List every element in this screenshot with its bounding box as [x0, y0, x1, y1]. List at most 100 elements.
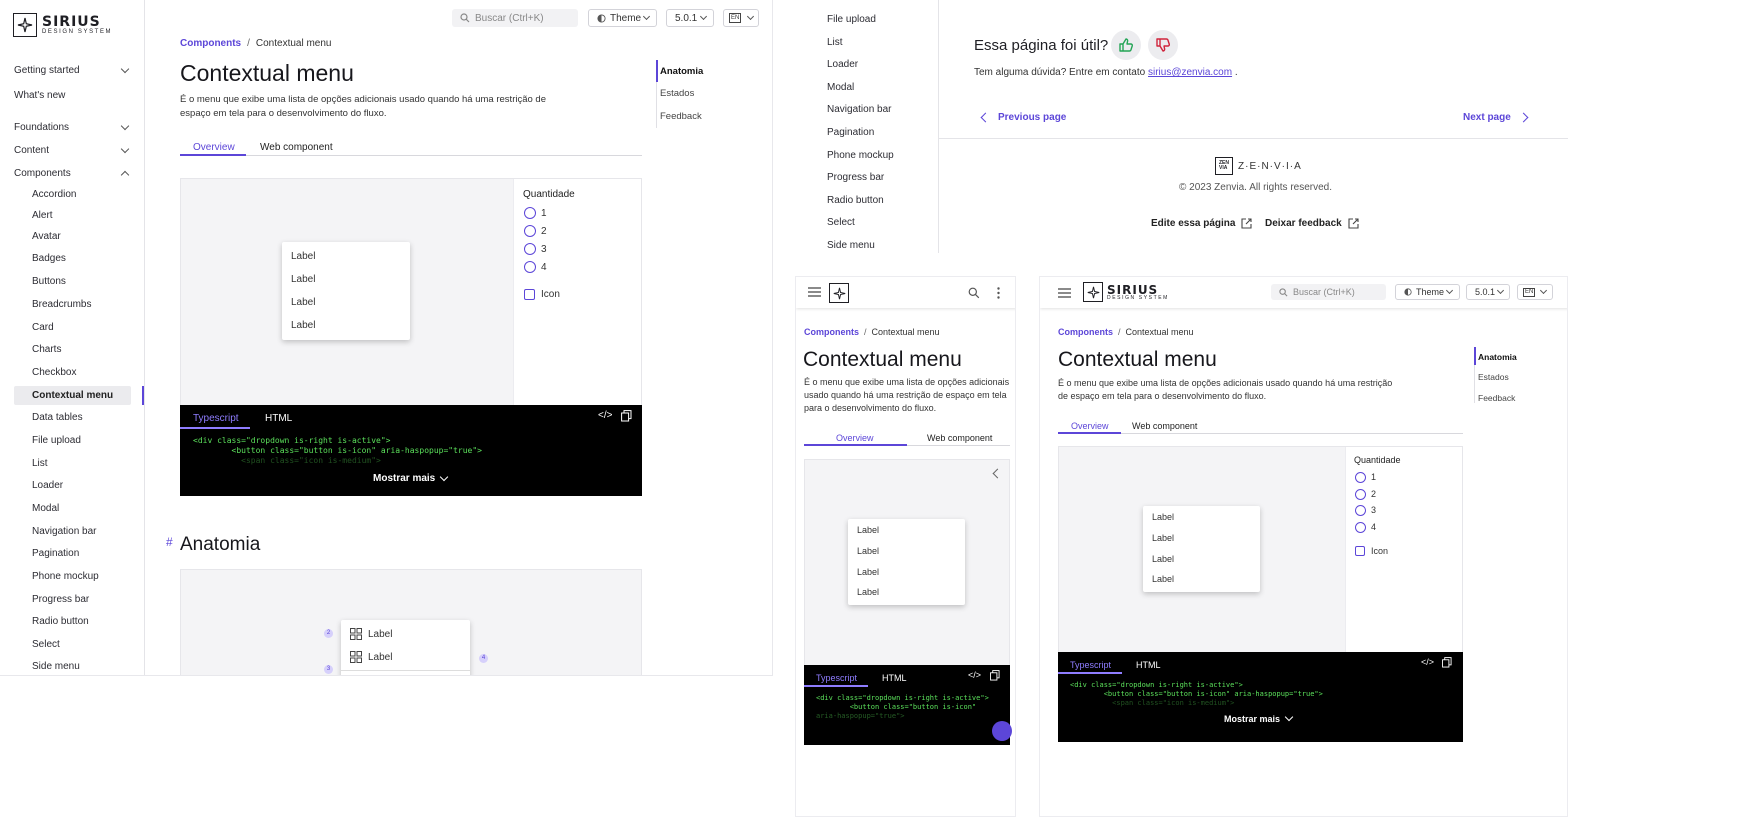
copy-icon[interactable]	[990, 670, 1000, 681]
chevron-down-icon[interactable]	[120, 121, 130, 131]
sidebar-item-checkbox[interactable]: Checkbox	[32, 367, 76, 378]
toc-item-estados[interactable]: Estados	[1478, 372, 1509, 382]
radio-2[interactable]	[524, 225, 536, 237]
copy-icon[interactable]	[1442, 657, 1452, 668]
section-anchor[interactable]: #	[166, 535, 173, 549]
menu-item[interactable]: Label	[1152, 554, 1174, 564]
brand-logo[interactable]: SIRIUS DESIGN SYSTEM	[1083, 282, 1169, 302]
show-more-button[interactable]: Mostrar mais	[1224, 712, 1294, 724]
menu-item[interactable]: Label	[857, 546, 879, 556]
toc-item-estados[interactable]: Estados	[660, 88, 694, 99]
sidebar-item-avatar[interactable]: Avatar	[32, 231, 61, 242]
sidebar-item-radio-button[interactable]: Radio button	[32, 616, 89, 627]
sidebar-item-file-upload[interactable]: File upload	[32, 435, 81, 446]
sidebar-item-side-menu[interactable]: Side menu	[32, 661, 80, 672]
menu-item[interactable]: Label	[857, 567, 879, 577]
brand-logo[interactable]: SIRIUS DESIGN SYSTEM	[13, 13, 112, 37]
sidebar-item-getting-started[interactable]: Getting started	[14, 65, 80, 76]
tab-typescript[interactable]: Typescript	[193, 413, 239, 424]
sidebar-item-buttons[interactable]: Buttons	[32, 276, 66, 287]
sidebar-item-contextual-menu[interactable]: Contextual menu	[32, 390, 113, 401]
code-icon[interactable]: </>	[1421, 657, 1434, 667]
sidebar-item-data-tables[interactable]: Data tables	[32, 412, 83, 423]
tab-typescript[interactable]: Typescript	[1070, 660, 1111, 670]
copy-icon[interactable]	[621, 410, 632, 422]
breadcrumb-link-components[interactable]: Components	[1058, 327, 1113, 337]
toc-item-anatomia[interactable]: Anatomia	[660, 66, 703, 77]
sidebar-item-alert[interactable]: Alert	[32, 210, 53, 221]
sidebar-item-navigation-bar[interactable]: Navigation bar	[32, 526, 96, 537]
menu-item[interactable]: Label	[857, 587, 879, 597]
sidebar-item-list[interactable]: List	[32, 458, 48, 469]
radio-1[interactable]	[1355, 472, 1366, 483]
edit-page-link[interactable]: Edite essa página	[1151, 218, 1253, 229]
language-select[interactable]: EN	[723, 9, 759, 27]
sidebar-item-phone-mockup[interactable]: Phone mockup	[827, 150, 894, 161]
search-input[interactable]: Buscar (Ctrl+K)	[1271, 284, 1386, 300]
sidebar-item-list[interactable]: List	[827, 37, 843, 48]
version-select[interactable]: 5.0.1	[1466, 284, 1510, 300]
sidebar-item-side-menu[interactable]: Side menu	[827, 240, 875, 251]
radio-3[interactable]	[524, 243, 536, 255]
tab-typescript[interactable]: Typescript	[816, 673, 857, 683]
sidebar-item-accordion[interactable]: Accordion	[32, 189, 76, 200]
toc-item-anatomia[interactable]: Anatomia	[1478, 352, 1517, 362]
radio-1[interactable]	[524, 207, 536, 219]
sidebar-item-badges[interactable]: Badges	[32, 253, 66, 264]
sidebar-item-pagination[interactable]: Pagination	[32, 548, 79, 559]
previous-page-link[interactable]: Previous page	[980, 112, 1066, 123]
tab-overview[interactable]: Overview	[836, 433, 874, 443]
sidebar-item-card[interactable]: Card	[32, 322, 54, 333]
tab-web-component[interactable]: Web component	[260, 142, 333, 153]
sidebar-item-progress-bar[interactable]: Progress bar	[32, 594, 89, 605]
logo-star-icon[interactable]	[829, 283, 849, 303]
icon-checkbox[interactable]	[524, 289, 535, 300]
sidebar-item-select[interactable]: Select	[32, 639, 60, 650]
code-icon[interactable]: </>	[968, 670, 981, 680]
tab-web-component[interactable]: Web component	[927, 433, 992, 443]
code-icon[interactable]: </>	[598, 410, 612, 421]
sidebar-item-select[interactable]: Select	[827, 217, 855, 228]
dislike-button[interactable]	[1148, 30, 1178, 60]
menu-item[interactable]: Label	[291, 274, 315, 285]
sidebar-item-loader[interactable]: Loader	[827, 59, 858, 70]
floating-action-button[interactable]	[992, 721, 1012, 741]
radio-3[interactable]	[1355, 505, 1366, 516]
icon-checkbox[interactable]	[1355, 546, 1365, 556]
sidebar-item-file-upload[interactable]: File upload	[827, 14, 876, 25]
sidebar-item-loader[interactable]: Loader	[32, 480, 63, 491]
sidebar-item-charts[interactable]: Charts	[32, 344, 61, 355]
radio-4[interactable]	[1355, 522, 1366, 533]
sidebar-item-pagination[interactable]: Pagination	[827, 127, 874, 138]
sidebar-item-content[interactable]: Content	[14, 145, 49, 156]
radio-4[interactable]	[524, 261, 536, 273]
sidebar-item-phone-mockup[interactable]: Phone mockup	[32, 571, 99, 582]
menu-item[interactable]: Label	[291, 297, 315, 308]
sidebar-item-modal[interactable]: Modal	[32, 503, 59, 514]
language-select[interactable]: EN	[1517, 284, 1553, 300]
toc-item-feedback[interactable]: Feedback	[660, 111, 702, 122]
menu-item[interactable]: Label	[1152, 512, 1174, 522]
sidebar-item-radio-button[interactable]: Radio button	[827, 195, 884, 206]
like-button[interactable]	[1111, 30, 1141, 60]
theme-select[interactable]: Theme	[1395, 284, 1460, 300]
sidebar-item-navigation-bar[interactable]: Navigation bar	[827, 104, 891, 115]
menu-item[interactable]: Label	[857, 525, 879, 535]
sidebar-item-foundations[interactable]: Foundations	[14, 122, 69, 133]
breadcrumb-link-components[interactable]: Components	[180, 38, 241, 49]
version-select[interactable]: 5.0.1	[666, 9, 714, 27]
breadcrumb-link-components[interactable]: Components	[804, 327, 859, 337]
tab-overview[interactable]: Overview	[193, 142, 235, 153]
show-more-button[interactable]: Mostrar mais	[373, 472, 449, 484]
tab-overview[interactable]: Overview	[1071, 421, 1109, 431]
tab-web-component[interactable]: Web component	[1132, 421, 1197, 431]
hamburger-icon[interactable]	[1058, 288, 1071, 298]
toc-item-feedback[interactable]: Feedback	[1478, 393, 1515, 403]
tab-html[interactable]: HTML	[265, 413, 292, 424]
theme-select[interactable]: Theme	[588, 9, 657, 27]
chevron-down-icon[interactable]	[120, 144, 130, 154]
menu-item[interactable]: Label	[291, 320, 315, 331]
tab-html[interactable]: HTML	[1136, 660, 1161, 670]
more-vertical-icon[interactable]	[997, 287, 1000, 299]
menu-item[interactable]: Label	[1152, 533, 1174, 543]
